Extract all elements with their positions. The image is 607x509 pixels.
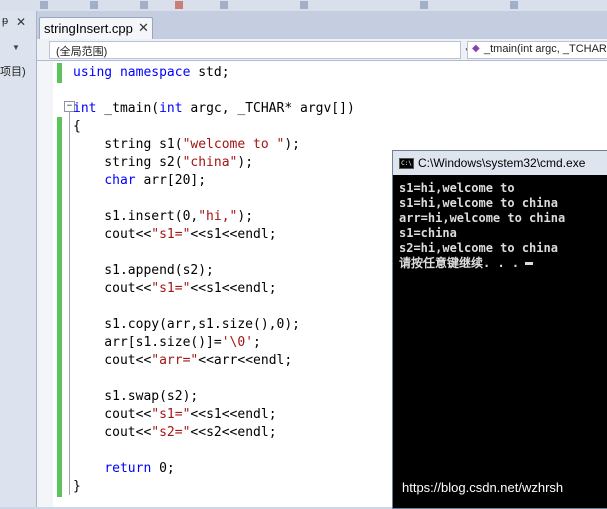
code-line: int _tmain(int argc, _TCHAR* argv[]) [73, 101, 355, 116]
code-line: cout<<"s2="<<s2<<endl; [73, 425, 277, 440]
function-icon: ◆ [472, 43, 480, 54]
code-line: } [73, 479, 81, 494]
code-line: s1.insert(0,"hi,"); [73, 209, 254, 224]
navigation-bar: (全局范围) ▼ ◆ _tmain(int argc, _TCHAR [37, 39, 607, 61]
code-line: arr[s1.size()]='\0'; [73, 335, 261, 350]
cmd-icon: C:\ [399, 158, 414, 169]
console-prompt: 请按任意键继续. . . [399, 256, 520, 270]
console-titlebar[interactable]: C:\ C:\Windows\system32\cmd.exe [393, 151, 607, 175]
member-dropdown[interactable]: ◆ _tmain(int argc, _TCHAR [467, 41, 607, 59]
toolbar-icon[interactable] [40, 1, 48, 9]
member-value: _tmain(int argc, _TCHAR [484, 43, 607, 55]
console-line: s1=china [399, 226, 457, 240]
tab-strip: stringInsert.cpp ✕ [37, 11, 607, 40]
fold-line [69, 107, 70, 495]
toolbar-icon[interactable] [90, 1, 98, 9]
tab-label: stringInsert.cpp [44, 21, 133, 36]
console-cursor [525, 262, 534, 265]
watermark: https://blog.csdn.net/wzhrsh [402, 480, 564, 495]
code-line: s1.copy(arr,s1.size(),0); [73, 317, 300, 332]
console-line: s1=hi,welcome to [399, 181, 515, 195]
console-output: s1=hi,welcome to s1=hi,welcome to china … [399, 181, 565, 271]
code-line: string s2("china"); [73, 155, 254, 170]
code-line: cout<<"arr="<<arr<<endl; [73, 353, 293, 368]
toolbar-icon[interactable] [220, 1, 228, 9]
toolbar-icon[interactable] [140, 1, 148, 9]
code-line: s1.append(s2); [73, 263, 214, 278]
console-title: C:\Windows\system32\cmd.exe [418, 156, 586, 170]
console-prompt-line: 请按任意键继续. . . [399, 256, 565, 271]
change-marker [57, 117, 62, 497]
toolbar-icon[interactable] [300, 1, 308, 9]
console-line: s1=hi,welcome to china [399, 196, 558, 210]
pin-icon[interactable]: ᵽ [2, 15, 8, 27]
scope-value: (全局范围) [56, 46, 108, 58]
code-line: using namespace std; [73, 65, 230, 80]
console-line: s2=hi,welcome to china [399, 241, 558, 255]
code-line: cout<<"s1="<<s1<<endl; [73, 227, 277, 242]
change-marker [57, 63, 62, 83]
project-item[interactable]: 项目) [0, 63, 26, 79]
scope-dropdown[interactable]: (全局范围) ▼ [49, 41, 472, 59]
close-icon[interactable]: ✕ [16, 15, 26, 29]
close-icon[interactable]: ✕ [138, 20, 149, 36]
tab-stringinsert[interactable]: stringInsert.cpp ✕ [39, 17, 153, 40]
code-line: { [73, 119, 81, 134]
delete-icon[interactable] [175, 1, 183, 9]
console-window[interactable]: C:\ C:\Windows\system32\cmd.exe s1=hi,we… [392, 150, 607, 509]
toolbar-icon[interactable] [510, 1, 518, 9]
panel-header: ᵽ ✕ [0, 15, 36, 31]
solution-explorer-panel: ᵽ ✕ ▼ 项目) [0, 11, 37, 507]
dropdown-arrow-icon[interactable]: ▼ [12, 43, 20, 52]
code-line: return 0; [104, 461, 175, 476]
code-line: char arr[20]; [104, 173, 207, 188]
code-line: cout<<"s1="<<s1<<endl; [73, 407, 277, 422]
console-line: arr=hi,welcome to china [399, 211, 566, 225]
code-line: s1.swap(s2); [73, 389, 199, 404]
code-line: string s1("welcome to "); [73, 137, 300, 152]
code-line: cout<<"s1="<<s1<<endl; [73, 281, 277, 296]
editor-gutter [37, 61, 53, 507]
toolbar-icon[interactable] [420, 1, 428, 9]
